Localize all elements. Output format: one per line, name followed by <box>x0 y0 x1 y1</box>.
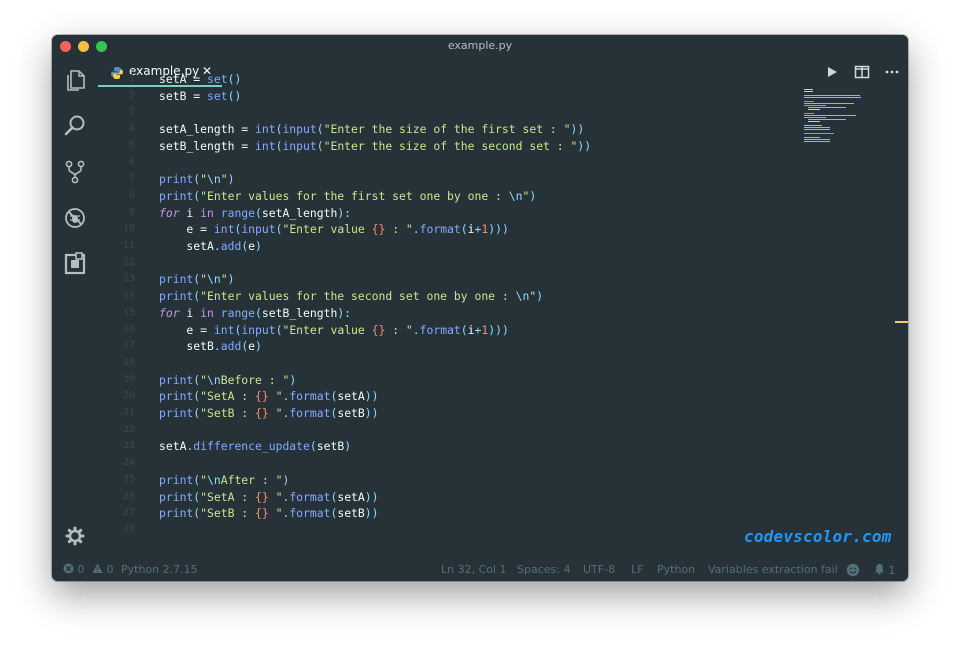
code-line[interactable]: print("\n") <box>159 171 234 188</box>
encoding[interactable]: UTF-8 <box>583 563 615 576</box>
line-number: 17 <box>122 340 135 352</box>
line-number: 13 <box>122 273 135 285</box>
more-actions-icon[interactable] <box>884 64 900 83</box>
code-line[interactable]: setA.add(e) <box>159 238 261 255</box>
code-line[interactable]: print("SetB : {} ".format(setB)) <box>159 505 379 522</box>
line-number: 5 <box>128 139 135 151</box>
code-line[interactable]: setB.add(e) <box>159 338 261 355</box>
editor-window: example.py example.py ✕ 1 setA = set() 2… <box>52 35 908 581</box>
split-editor-icon[interactable] <box>854 64 870 83</box>
line-number: 27 <box>122 507 135 519</box>
code-line[interactable]: print("Enter values for the second set o… <box>159 288 543 305</box>
watermark: codevscolor.com <box>744 527 892 546</box>
code-line[interactable]: for i in range(setA_length): <box>159 205 351 222</box>
code-line[interactable]: e = int(input("Enter value {} : ".format… <box>159 221 508 238</box>
line-number: 3 <box>128 106 135 118</box>
error-icon <box>63 563 74 574</box>
problems-indicator[interactable]: 0 0 <box>63 563 114 576</box>
code-line[interactable]: print("SetB : {} ".format(setB)) <box>159 405 379 422</box>
end-of-line[interactable]: LF <box>631 563 643 576</box>
line-number: 18 <box>122 356 135 368</box>
code-line[interactable]: setA.difference_update(setB) <box>159 438 351 455</box>
line-number: 28 <box>122 523 135 535</box>
scrollbar-cursor-marker <box>895 321 908 323</box>
line-number: 11 <box>122 240 135 251</box>
files-icon[interactable] <box>62 67 88 93</box>
line-number: 12 <box>122 256 135 268</box>
line-number: 14 <box>122 290 135 302</box>
code-line[interactable]: setA_length = int(input("Enter the size … <box>159 121 584 138</box>
notification-count: 1 <box>888 564 896 577</box>
error-count: 0 <box>77 563 85 576</box>
line-number: 8 <box>128 189 135 201</box>
debug-icon[interactable] <box>62 205 88 231</box>
line-number: 22 <box>122 423 135 435</box>
warning-icon <box>92 563 103 573</box>
code-line[interactable]: print("\nBefore : ") <box>159 372 296 389</box>
line-number: 10 <box>122 223 135 235</box>
line-number: 2 <box>128 89 135 101</box>
extensions-icon[interactable] <box>62 251 88 277</box>
language-mode[interactable]: Python <box>657 563 695 576</box>
code-editor[interactable]: 1 setA = set() 2 setB = set() 3 4 setA_length … <box>98 72 818 559</box>
line-number: 24 <box>122 457 135 469</box>
code-line[interactable]: setB_length = int(input("Enter the size … <box>159 138 591 155</box>
line-number: 7 <box>128 173 135 185</box>
window-title: example.py <box>447 39 513 52</box>
title-bar: example.py <box>52 35 908 57</box>
line-number: 1 <box>128 73 135 84</box>
activity-bar <box>52 57 98 559</box>
bell-icon <box>875 564 884 575</box>
line-number: 6 <box>128 156 135 168</box>
code-line[interactable]: setA = set() <box>159 71 241 88</box>
line-number: 20 <box>122 390 135 402</box>
notifications[interactable]: 1 <box>874 563 896 577</box>
search-icon[interactable] <box>62 113 88 139</box>
warning-count: 0 <box>106 563 114 576</box>
line-number: 15 <box>122 306 135 318</box>
line-number: 26 <box>122 490 135 502</box>
code-line[interactable]: for i in range(setB_length): <box>159 305 351 322</box>
code-line[interactable]: print("Enter values for the first set on… <box>159 188 536 205</box>
indentation[interactable]: Spaces: 4 <box>517 563 570 576</box>
line-number: 21 <box>122 407 135 418</box>
line-number: 4 <box>128 123 135 135</box>
line-number: 19 <box>122 373 135 385</box>
code-line[interactable]: print("\n") <box>159 271 234 288</box>
status-message: Variables extraction fail <box>708 563 838 576</box>
line-number: 9 <box>128 206 135 218</box>
code-line[interactable]: e = int(input("Enter value {} : ".format… <box>159 322 508 339</box>
cursor-position[interactable]: Ln 32, Col 1 <box>441 563 507 576</box>
run-icon[interactable] <box>825 64 839 83</box>
settings-gear-icon[interactable] <box>62 523 88 549</box>
source-control-icon[interactable] <box>62 159 88 185</box>
code-line[interactable]: print("SetA : {} ".format(setA)) <box>159 388 379 405</box>
code-line[interactable]: print("SetA : {} ".format(setA)) <box>159 489 379 506</box>
line-number: 16 <box>122 323 135 335</box>
line-number: 25 <box>122 473 135 485</box>
code-line[interactable]: setB = set() <box>159 88 241 105</box>
line-number: 23 <box>122 440 135 452</box>
feedback-smiley-icon[interactable] <box>846 563 860 580</box>
status-bar: 0 0 Python 2.7.15 Ln 32, Col 1 Spaces: 4… <box>52 559 908 581</box>
python-interpreter[interactable]: Python 2.7.15 <box>121 563 198 576</box>
minimap[interactable] <box>804 89 870 149</box>
code-line[interactable]: print("\nAfter : ") <box>159 472 289 489</box>
